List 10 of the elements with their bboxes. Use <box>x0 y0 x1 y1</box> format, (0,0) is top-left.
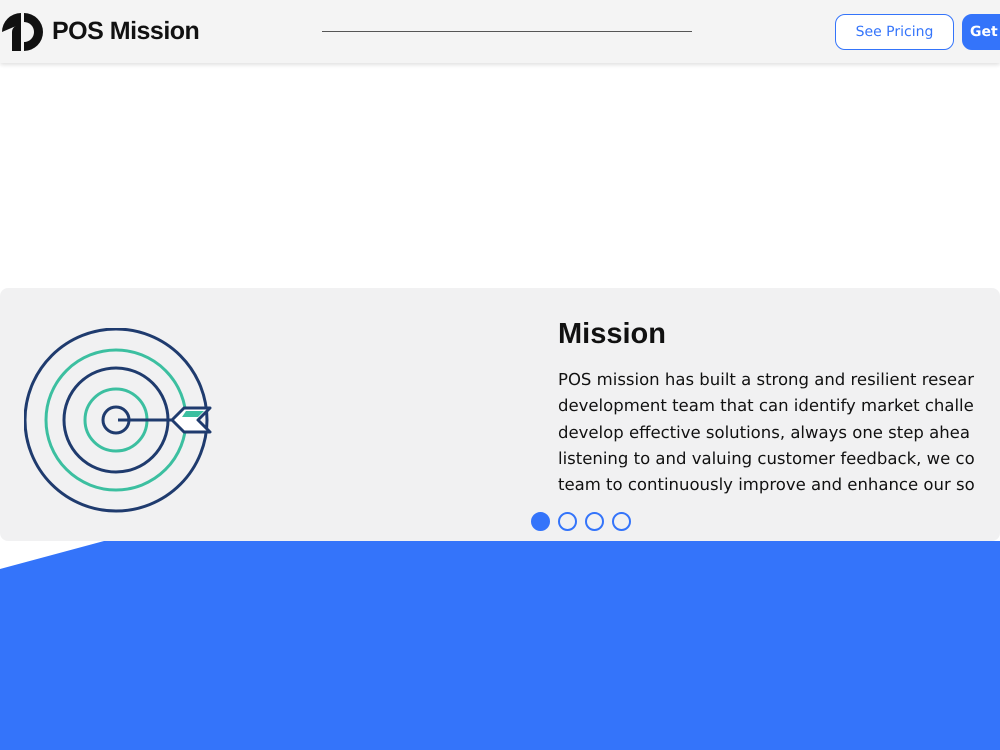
get-button[interactable]: Get <box>962 14 1000 50</box>
carousel-dot[interactable] <box>612 512 631 531</box>
carousel-dot[interactable] <box>531 512 550 531</box>
brand-name: POS Mission <box>52 17 200 46</box>
pricing-button[interactable]: See Pricing <box>835 14 954 50</box>
logo-icon <box>0 12 44 52</box>
slide-title: Mission <box>558 318 667 351</box>
carousel-dot[interactable] <box>558 512 577 531</box>
slide-paragraph: POS mission has built a strong and resilient resear development team that can identify market challe develop effective solutions, always one step ahea listening to and valuing customer feedback, we co team to continuously improve and enhance our so <box>558 369 976 496</box>
carousel-dot[interactable] <box>585 512 604 531</box>
